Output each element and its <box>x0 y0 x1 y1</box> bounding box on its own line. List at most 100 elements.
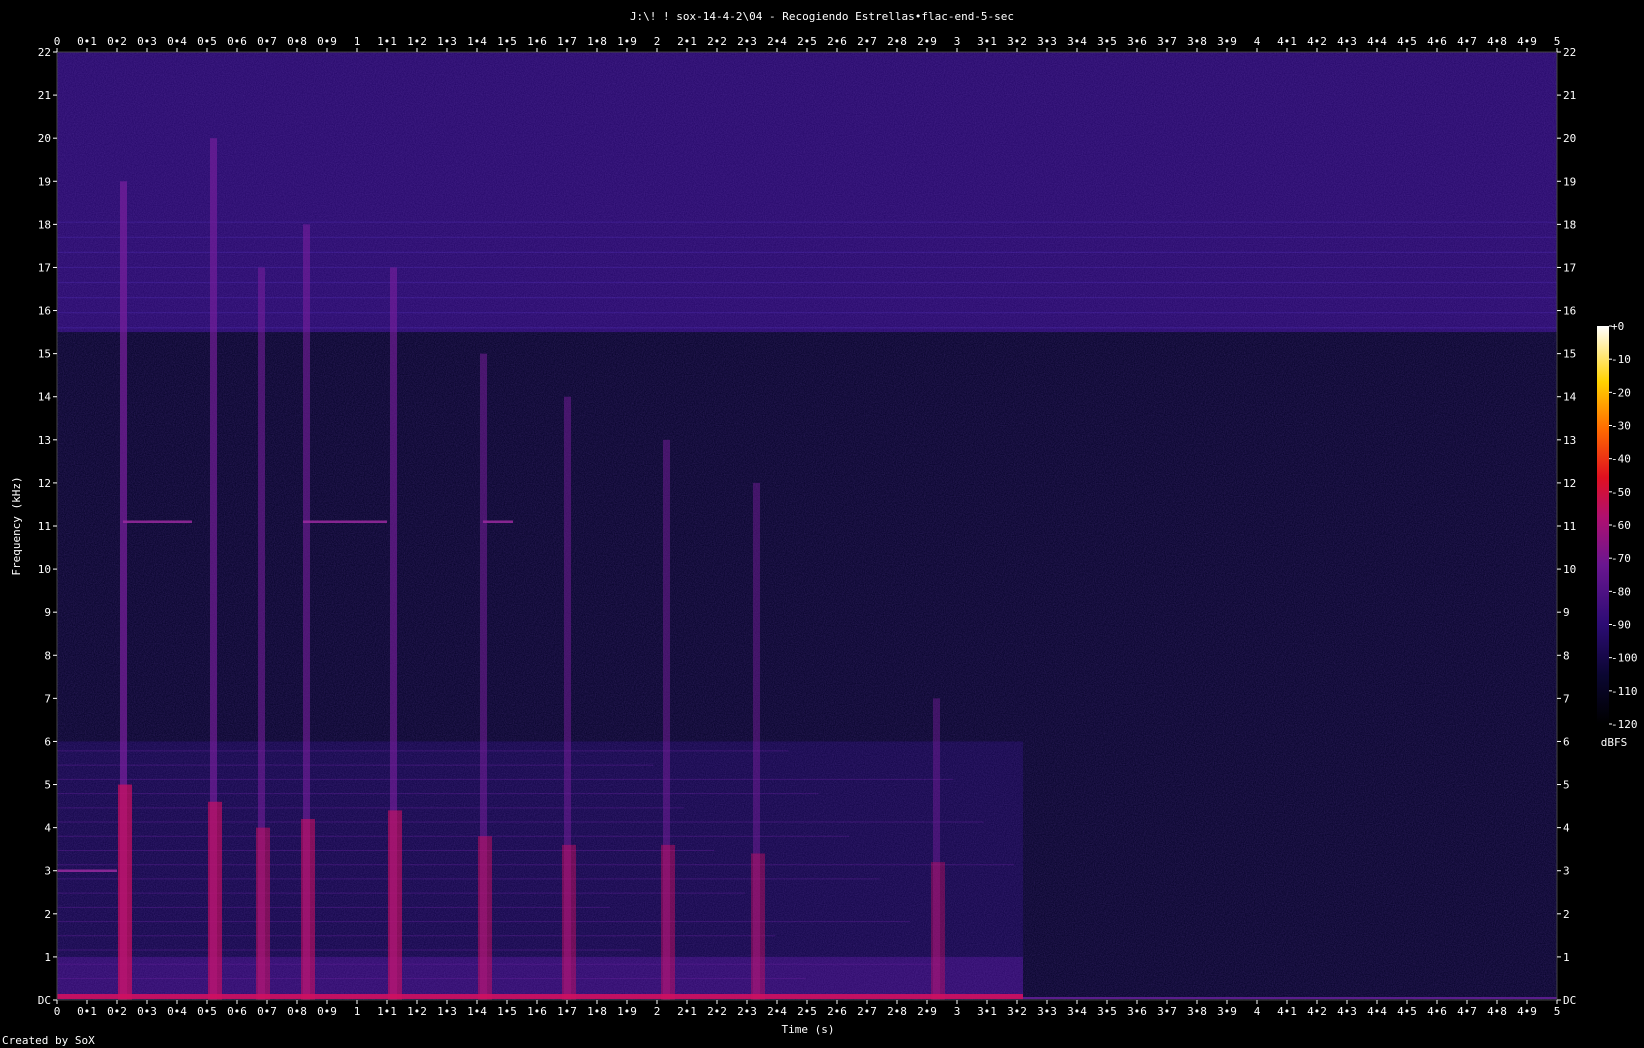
x-tick-label: 2•7 <box>857 35 877 48</box>
x-tick-label: 2•8 <box>887 35 907 48</box>
x-tick-label: 4•6 <box>1427 35 1447 48</box>
x-tick-label: 4•3 <box>1337 1005 1357 1018</box>
y-tick-label: 21 <box>1563 89 1576 102</box>
x-tick-label: 1•8 <box>587 35 607 48</box>
y-tick-label: 9 <box>1563 606 1570 619</box>
y-tick-label: 20 <box>1563 132 1576 145</box>
x-tick-label: 5 <box>1554 1005 1561 1018</box>
y-tick-label: 3 <box>1563 865 1570 878</box>
x-tick-label: 2•6 <box>827 35 847 48</box>
y-tick-label: 16 <box>1563 305 1576 318</box>
x-tick-label: 2•1 <box>677 1005 697 1018</box>
colorbar: +0 -10 -20 -30 -40 -50 -60 -70 -80 -90 -100 -110 -12… <box>1597 320 1638 731</box>
x-tick-label: 2•6 <box>827 1005 847 1018</box>
x-tick-label: 4•7 <box>1457 1005 1477 1018</box>
colorbar-tick-label: -60 <box>1611 519 1631 532</box>
colorbar-tick-label: -120 <box>1611 718 1638 731</box>
x-tick-label: 4•9 <box>1517 35 1537 48</box>
x-tick-label: 2•4 <box>767 1005 787 1018</box>
x-tick-label: 0•1 <box>77 35 97 48</box>
x-tick-label: 3•3 <box>1037 35 1057 48</box>
y-tick-label: 7 <box>1563 692 1570 705</box>
transient-core <box>388 810 402 1000</box>
dc-floor-line <box>1023 997 1557 999</box>
x-tick-label: 4•8 <box>1487 1005 1507 1018</box>
y-tick-label: 4 <box>44 822 51 835</box>
x-tick-label: 4•5 <box>1397 35 1417 48</box>
x-tick-label: 2•9 <box>917 1005 937 1018</box>
y-tick-label: 1 <box>1563 951 1570 964</box>
x-tick-label: 0•3 <box>137 1005 157 1018</box>
colorbar-tick-label: +0 <box>1611 320 1624 333</box>
y-tick-label: 5 <box>44 779 51 792</box>
x-tick-label: 1•9 <box>617 1005 637 1018</box>
x-tick-label: 0•4 <box>167 35 187 48</box>
transient-core <box>562 844 576 1000</box>
x-tick-label: 1•4 <box>467 1005 487 1018</box>
colorbar-tick-label: -40 <box>1611 453 1631 466</box>
x-tick-label: 3•1 <box>977 35 997 48</box>
x-tick-label: 3•5 <box>1097 35 1117 48</box>
y-tick-label: 2 <box>1563 908 1570 921</box>
x-tick-label: 3•4 <box>1067 35 1087 48</box>
x-tick-label: 4•7 <box>1457 35 1477 48</box>
x-tick-label: 1 <box>354 1005 361 1018</box>
colorbar-tick-label: -30 <box>1611 420 1631 433</box>
x-tick-label: 3•6 <box>1127 1005 1147 1018</box>
x-tick-label: 2•9 <box>917 35 937 48</box>
x-tick-label: 0 <box>54 1005 61 1018</box>
x-tick-label: 1•1 <box>377 35 397 48</box>
dc-energy-band <box>57 994 1023 999</box>
spectrogram-chart: J:\! ! sox-14-4-2\04 - Recogiendo Estrel… <box>10 10 1638 1036</box>
x-axis-label: Time (s) <box>782 1023 835 1036</box>
x-tick-label: 1•3 <box>437 1005 457 1018</box>
x-tick-label: 2•5 <box>797 35 817 48</box>
x-tick-label: 1•2 <box>407 35 427 48</box>
y-tick-label: 18 <box>38 218 51 231</box>
y-tick-label: 10 <box>38 563 51 576</box>
x-tick-label: 0•1 <box>77 1005 97 1018</box>
x-tick-label: 3•8 <box>1187 35 1207 48</box>
x-tick-label: 0•6 <box>227 1005 247 1018</box>
y-tick-label: 19 <box>1563 175 1576 188</box>
x-tick-label: 0•7 <box>257 35 277 48</box>
x-tick-label: 1•2 <box>407 1005 427 1018</box>
y-tick-label: 8 <box>1563 649 1570 662</box>
x-tick-label: 4•3 <box>1337 35 1357 48</box>
transient-core <box>478 836 492 1000</box>
colorbar-tick-label: -70 <box>1611 552 1631 565</box>
x-tick-label: 2•4 <box>767 35 787 48</box>
x-tick-label: 4•9 <box>1517 1005 1537 1018</box>
y-tick-label: 21 <box>38 89 51 102</box>
x-tick-label: 3•4 <box>1067 1005 1087 1018</box>
transient-core <box>751 853 765 1000</box>
x-tick-label: 1 <box>354 35 361 48</box>
colorbar-tick-label: -80 <box>1611 585 1631 598</box>
x-tick-label: 4•4 <box>1367 35 1387 48</box>
x-tick-label: 2•1 <box>677 35 697 48</box>
x-tick-label: 4•1 <box>1277 35 1297 48</box>
colorbar-tick-label: -10 <box>1611 353 1631 366</box>
x-tick-label: 1•4 <box>467 35 487 48</box>
x-tick-label: 2 <box>654 1005 661 1018</box>
y-tick-label: 7 <box>44 692 51 705</box>
x-tick-label: 0•5 <box>197 35 217 48</box>
x-tick-label: 4•2 <box>1307 35 1327 48</box>
x-tick-label: 0•7 <box>257 1005 277 1018</box>
y-tick-label: 18 <box>1563 218 1576 231</box>
x-tick-label: 0•9 <box>317 35 337 48</box>
noise-texture <box>57 52 1557 1000</box>
x-tick-label: 0•4 <box>167 1005 187 1018</box>
y-tick-label: 6 <box>44 735 51 748</box>
colorbar-label: dBFS <box>1601 736 1628 749</box>
x-tick-label: 3•2 <box>1007 35 1027 48</box>
y-tick-label: 5 <box>1563 779 1570 792</box>
x-tick-label: 3•5 <box>1097 1005 1117 1018</box>
x-tick-label: 0•2 <box>107 35 127 48</box>
x-tick-label: 0•5 <box>197 1005 217 1018</box>
y-tick-label: 12 <box>1563 477 1576 490</box>
x-tick-label: 0•8 <box>287 35 307 48</box>
x-tick-label: 1•9 <box>617 35 637 48</box>
y-tick-label: 22 <box>38 46 51 59</box>
y-tick-label: 11 <box>1563 520 1576 533</box>
